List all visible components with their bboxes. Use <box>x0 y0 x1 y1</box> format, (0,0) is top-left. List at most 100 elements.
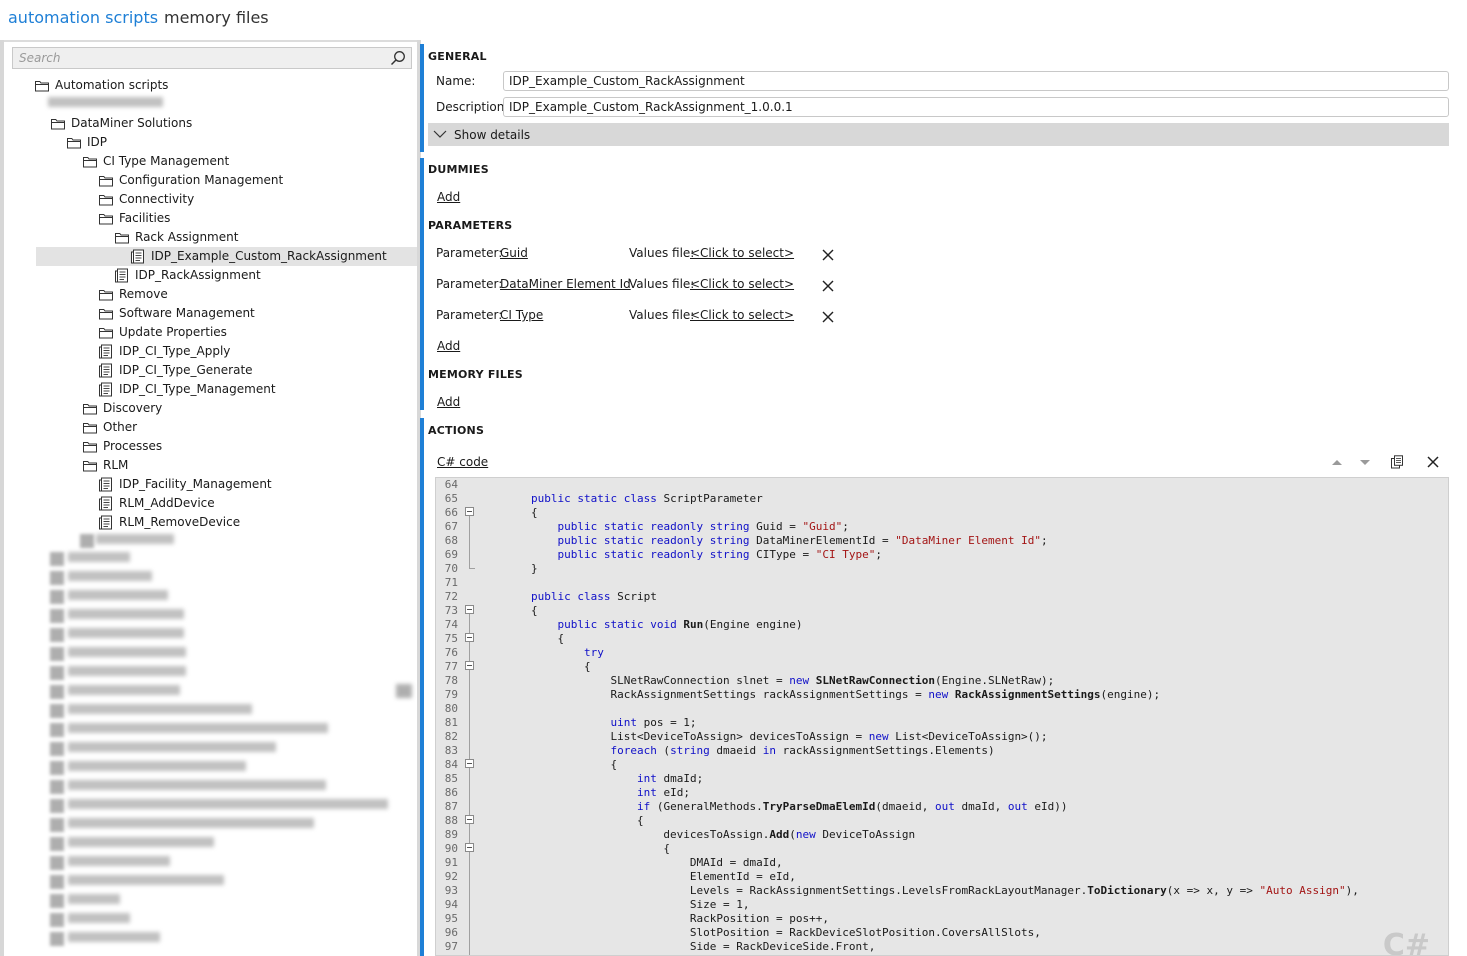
code-token: (dmaeid, <box>875 800 935 813</box>
line-number: 78 <box>444 674 458 687</box>
values-file-link[interactable]: <Click to select> <box>690 246 794 260</box>
fold-toggle-icon[interactable] <box>465 815 474 824</box>
tree-folder[interactable]: Connectivity <box>4 190 417 209</box>
tree-script[interactable]: RLM_RemoveDevice <box>4 513 417 532</box>
tree-folder[interactable]: Automation scripts <box>4 76 417 95</box>
tree-item-label: IDP_Example_Custom_RackAssignment <box>151 249 387 263</box>
line-number: 95 <box>444 912 458 925</box>
add-dummy-link[interactable]: Add <box>437 190 460 204</box>
code-token: ElementId = eId, <box>478 870 796 883</box>
line-number: 69 <box>444 548 458 561</box>
tree-folder[interactable]: Remove <box>4 285 417 304</box>
code-line: Levels = RackAssignmentSettings.LevelsFr… <box>478 884 1359 897</box>
code-token: ; <box>1040 534 1048 547</box>
tree-script[interactable]: IDP_CI_Type_Apply <box>4 342 417 361</box>
tree-item-label: IDP_CI_Type_Apply <box>119 344 231 358</box>
csharp-code-tab[interactable]: C# code <box>437 455 488 469</box>
add-parameter-link[interactable]: Add <box>437 339 460 353</box>
fold-toggle-icon[interactable] <box>465 759 474 768</box>
code-line: { <box>478 506 538 519</box>
search-icon[interactable] <box>390 50 406 66</box>
code-token: { <box>478 842 671 855</box>
code-line: { <box>478 814 644 827</box>
description-field[interactable]: IDP_Example_Custom_RackAssignment_1.0.0.… <box>503 97 1449 117</box>
show-details-toggle[interactable]: Show details <box>428 123 1449 146</box>
line-number: 97 <box>444 940 458 953</box>
code-token: pos = 1; <box>636 716 697 729</box>
tree-folder[interactable]: IDP <box>4 133 417 152</box>
remove-parameter-icon[interactable] <box>822 280 834 292</box>
folder-icon <box>82 401 98 416</box>
line-number: 73 <box>444 604 458 617</box>
tree-folder[interactable]: RLM <box>4 456 417 475</box>
remove-parameter-icon[interactable] <box>822 249 834 261</box>
tree-script[interactable]: RLM_AddDevice <box>4 494 417 513</box>
fold-toggle-icon[interactable] <box>465 843 474 852</box>
tree-script[interactable]: IDP_Example_Custom_RackAssignment <box>36 247 417 266</box>
parameter-name-link[interactable]: DataMiner Element Id <box>500 277 631 291</box>
values-file-link[interactable]: <Click to select> <box>690 277 794 291</box>
code-text[interactable]: public static class ScriptParameter { pu… <box>478 478 1448 955</box>
code-token: int <box>636 772 657 785</box>
script-tree-panel: Automation scripts DataMiner Solutions IDP… <box>0 40 421 956</box>
parameter-name-link[interactable]: CI Type <box>500 308 543 322</box>
name-field[interactable]: IDP_Example_Custom_RackAssignment <box>503 71 1449 91</box>
code-line: uint pos = 1; <box>478 716 697 729</box>
tree-script[interactable]: IDP_CI_Type_Generate <box>4 361 417 380</box>
folder-icon <box>98 211 114 226</box>
values-file-label: Values file: <box>629 277 695 291</box>
copy-icon[interactable] <box>1390 455 1404 469</box>
fold-toggle-icon[interactable] <box>465 507 474 516</box>
tree-folder[interactable]: Other <box>4 418 417 437</box>
move-up-icon[interactable] <box>1330 455 1344 469</box>
tab-memory-files[interactable]: memory files <box>164 8 269 27</box>
tree-item-label: RLM <box>103 458 129 472</box>
remove-action-icon[interactable] <box>1426 455 1440 469</box>
line-number: 94 <box>444 898 458 911</box>
code-token: public static readonly string <box>557 534 750 547</box>
tree-folder[interactable]: Rack Assignment <box>4 228 417 247</box>
tree-folder[interactable]: Discovery <box>4 399 417 418</box>
folder-icon <box>34 78 50 93</box>
tree-folder[interactable]: Processes <box>4 437 417 456</box>
tree-folder[interactable]: Update Properties <box>4 323 417 342</box>
parameter-name-link[interactable]: Guid <box>500 246 528 260</box>
code-token: out <box>1007 800 1028 813</box>
add-memory-file-link[interactable]: Add <box>437 395 460 409</box>
tree-script[interactable]: IDP_Facility_Management <box>4 475 417 494</box>
line-number: 74 <box>444 618 458 631</box>
fold-toggle-icon[interactable] <box>465 661 474 670</box>
tab-automation-scripts[interactable]: automation scripts <box>8 8 158 27</box>
tree-script[interactable]: IDP_CI_Type_Management <box>4 380 417 399</box>
line-number: 77 <box>444 660 458 673</box>
tree-folder[interactable]: Facilities <box>4 209 417 228</box>
values-file-link[interactable]: <Click to select> <box>690 308 794 322</box>
fold-toggle-icon[interactable] <box>465 633 474 642</box>
fold-toggle-icon[interactable] <box>465 605 474 614</box>
tree-item-label: Other <box>103 420 138 434</box>
tree-folder[interactable]: DataMiner Solutions <box>4 114 417 133</box>
parameters-section-title: PARAMETERS <box>428 219 513 232</box>
code-line: RackAssignmentSettings rackAssignmentSet… <box>478 688 1160 701</box>
tree-item-label: Software Management <box>119 306 255 320</box>
folder-icon <box>82 420 98 435</box>
line-number: 85 <box>444 772 458 785</box>
parameter-label: Parameter: <box>436 308 503 322</box>
search-input[interactable] <box>13 48 383 68</box>
move-down-icon[interactable] <box>1358 455 1372 469</box>
remove-parameter-icon[interactable] <box>822 311 834 323</box>
tree-script[interactable]: IDP_RackAssignment <box>4 266 417 285</box>
folder-icon <box>98 192 114 207</box>
actions-section-accent <box>420 418 424 956</box>
tree-folder[interactable]: CI Type Management <box>4 152 417 171</box>
code-editor[interactable]: 64 65 66 67 68 69 70 71 72 73 74 75 76 77 78 79 80 81 82 83… <box>435 477 1449 956</box>
code-line: { <box>478 632 564 645</box>
tree-folder[interactable]: Software Management <box>4 304 417 323</box>
tree-item-label: CI Type Management <box>103 154 230 168</box>
tree-folder[interactable]: Configuration Management <box>4 171 417 190</box>
